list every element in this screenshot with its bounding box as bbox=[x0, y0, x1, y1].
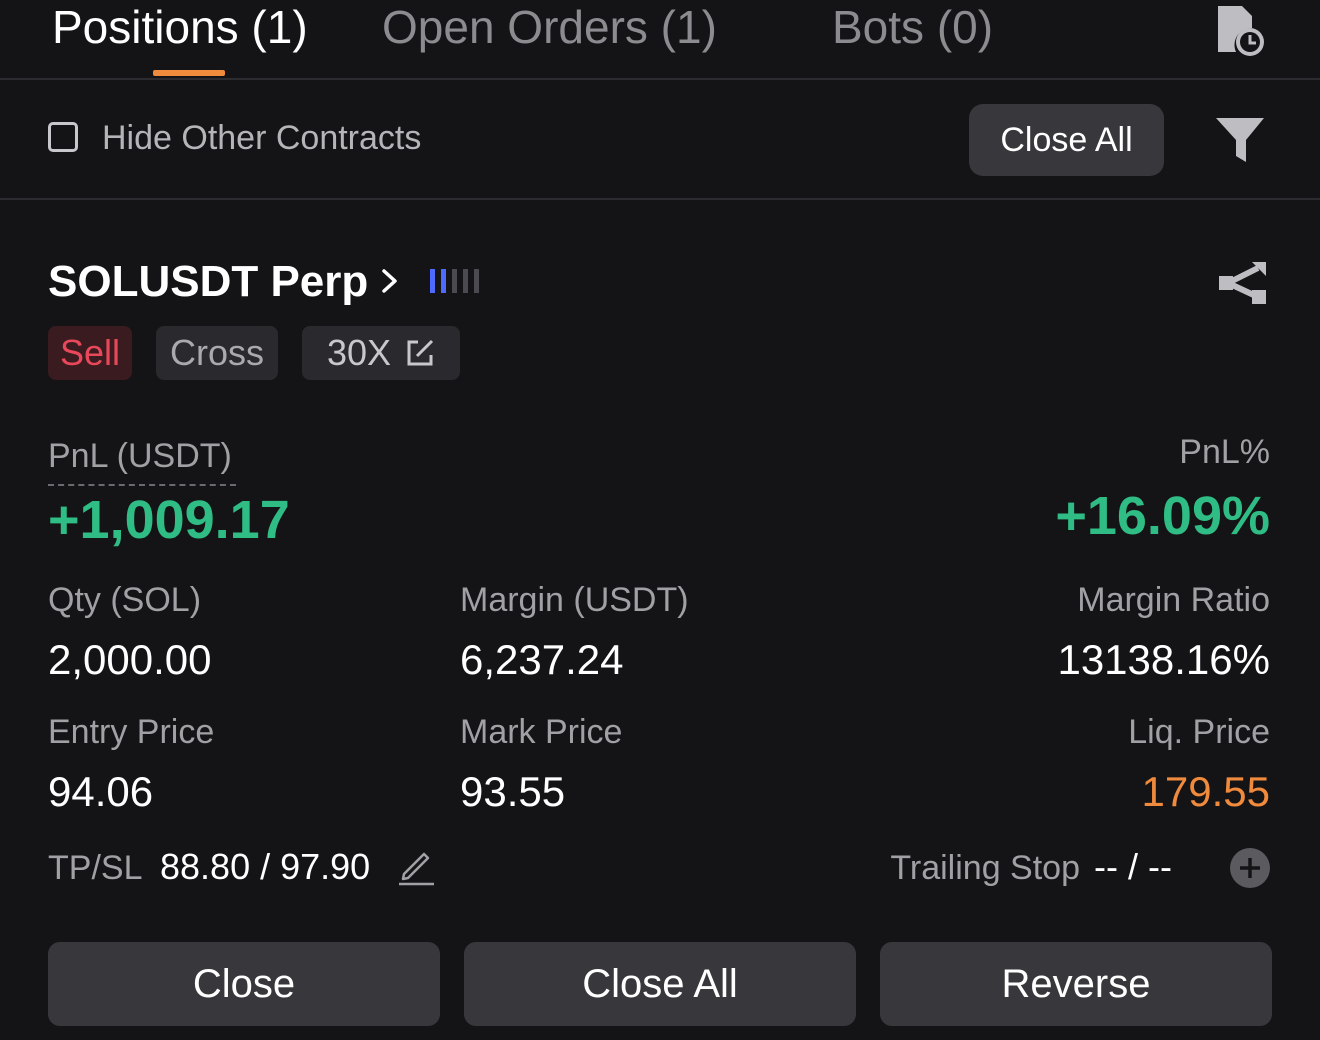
trailing-stop-label: Trailing Stop bbox=[890, 849, 1080, 887]
adl-bar bbox=[452, 269, 457, 293]
leverage-tag[interactable]: 30X bbox=[302, 326, 460, 380]
adl-bar bbox=[441, 269, 446, 293]
tab-positions[interactable]: Positions (1) bbox=[52, 2, 308, 52]
adl-indicator-icon bbox=[430, 269, 479, 293]
pnl-percent-value: +16.09% bbox=[1055, 486, 1270, 546]
history-button[interactable] bbox=[1212, 2, 1270, 60]
margin-value: 6,237.24 bbox=[460, 636, 624, 683]
tab-open-orders[interactable]: Open Orders (1) bbox=[382, 2, 717, 52]
pencil-icon bbox=[399, 852, 434, 886]
mark-price-label: Mark Price bbox=[460, 713, 623, 751]
chevron-right-icon[interactable] bbox=[378, 266, 402, 296]
plus-circle-icon bbox=[1230, 848, 1270, 888]
mark-price-value: 93.55 bbox=[460, 768, 566, 815]
qty-value: 2,000.00 bbox=[48, 636, 212, 683]
margin-ratio-value: 13138.16% bbox=[1057, 636, 1270, 683]
leverage-value: 30X bbox=[327, 332, 392, 373]
position-tabs: Positions (1) Open Orders (1) Bots (0) bbox=[0, 0, 1320, 80]
hide-other-contracts-label[interactable]: Hide Other Contracts bbox=[102, 118, 421, 158]
entry-price-value: 94.06 bbox=[48, 768, 154, 815]
adl-bar bbox=[430, 269, 435, 293]
entry-price-label: Entry Price bbox=[48, 713, 215, 751]
tab-bots[interactable]: Bots (0) bbox=[832, 2, 993, 52]
close-all-positions-button[interactable]: Close All bbox=[969, 104, 1164, 176]
contract-symbol[interactable]: SOLUSDT Perp bbox=[48, 256, 368, 308]
adl-bar bbox=[463, 269, 468, 293]
tpsl-label: TP/SL bbox=[48, 849, 143, 887]
filter-icon bbox=[1216, 118, 1264, 162]
trailing-stop-value: -- / -- bbox=[1094, 846, 1172, 887]
hide-other-contracts-checkbox[interactable] bbox=[48, 122, 78, 152]
pnl-label[interactable]: PnL (USDT) bbox=[48, 436, 232, 476]
qty-label: Qty (SOL) bbox=[48, 581, 202, 619]
liq-price-value: 179.55 bbox=[1141, 768, 1270, 815]
side-tag: Sell bbox=[48, 326, 132, 380]
adl-bar bbox=[474, 269, 479, 293]
margin-label: Margin (USDT) bbox=[460, 581, 689, 619]
filter-button[interactable] bbox=[1214, 114, 1268, 168]
pnl-value: +1,009.17 bbox=[48, 490, 290, 550]
share-icon bbox=[1219, 262, 1266, 304]
pnl-label-underline bbox=[48, 484, 236, 486]
edit-tpsl-button[interactable] bbox=[396, 846, 436, 886]
reverse-position-button[interactable]: Reverse bbox=[880, 942, 1272, 1026]
share-button[interactable] bbox=[1216, 256, 1270, 310]
tpsl-value: 88.80 / 97.90 bbox=[160, 846, 371, 887]
pnl-percent-label: PnL% bbox=[1179, 433, 1270, 471]
edit-icon bbox=[407, 339, 434, 366]
close-all-button[interactable]: Close All bbox=[464, 942, 856, 1026]
filter-bar: Hide Other Contracts Close All bbox=[0, 80, 1320, 200]
active-tab-indicator bbox=[153, 70, 225, 76]
margin-ratio-label: Margin Ratio bbox=[1077, 581, 1270, 619]
margin-mode-tag[interactable]: Cross bbox=[156, 326, 278, 380]
history-icon bbox=[1218, 6, 1264, 56]
close-position-button[interactable]: Close bbox=[48, 942, 440, 1026]
add-trailing-stop-button[interactable] bbox=[1229, 847, 1271, 889]
liq-price-label: Liq. Price bbox=[1128, 713, 1270, 751]
